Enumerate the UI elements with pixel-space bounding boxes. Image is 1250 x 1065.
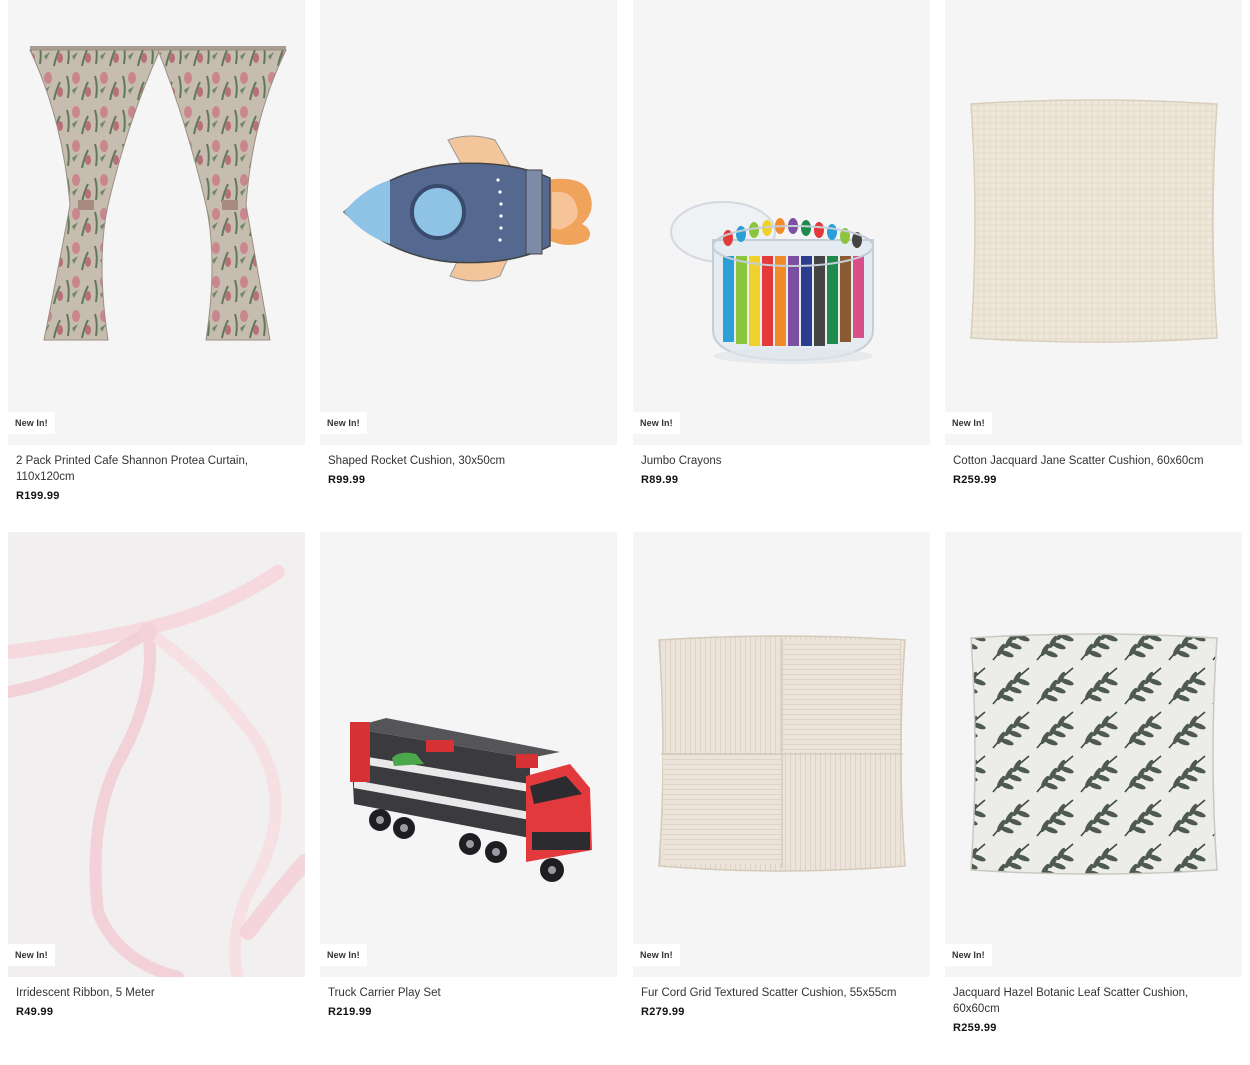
product-image[interactable]: New In! — [320, 532, 617, 977]
product-image[interactable]: New In! — [945, 0, 1242, 445]
product-price: R49.99 — [16, 1006, 54, 1018]
new-in-badge: New In! — [945, 944, 992, 966]
new-in-badge: New In! — [633, 412, 680, 434]
product-price: R259.99 — [953, 1022, 997, 1034]
product-title[interactable]: Irridescent Ribbon, 5 Meter — [16, 985, 286, 1001]
ribbon-image — [8, 565, 305, 977]
product-title[interactable]: Jacquard Hazel Botanic Leaf Scatter Cush… — [953, 985, 1223, 1017]
product-price: R99.99 — [328, 474, 366, 486]
product-title[interactable]: Jumbo Crayons — [641, 453, 911, 469]
leaf-cushion-image — [970, 633, 1218, 875]
product-image[interactable]: New In! — [8, 532, 305, 977]
product-title[interactable]: Shaped Rocket Cushion, 30x50cm — [328, 453, 598, 469]
truck-image — [350, 718, 592, 882]
curtain-image — [29, 46, 287, 341]
product-title[interactable]: Cotton Jacquard Jane Scatter Cushion, 60… — [953, 453, 1223, 469]
new-in-badge: New In! — [633, 944, 680, 966]
product-price: R279.99 — [641, 1006, 685, 1018]
product-price: R219.99 — [328, 1006, 372, 1018]
product-image[interactable]: New In! — [320, 0, 617, 445]
product-image[interactable]: New In! — [945, 532, 1242, 977]
product-image[interactable]: New In! — [8, 0, 305, 445]
crayons-image — [670, 201, 874, 364]
product-grid: New In! 2 Pack Printed Cafe Shannon Prot… — [0, 0, 1250, 1065]
product-image[interactable]: New In! — [633, 0, 930, 445]
product-title[interactable]: Fur Cord Grid Textured Scatter Cushion, … — [641, 985, 911, 1001]
new-in-badge: New In! — [8, 944, 55, 966]
product-title[interactable]: 2 Pack Printed Cafe Shannon Protea Curta… — [16, 453, 286, 485]
product-price: R89.99 — [641, 474, 679, 486]
new-in-badge: New In! — [320, 412, 367, 434]
cord-cushion-image — [658, 635, 906, 872]
product-price: R259.99 — [953, 474, 997, 486]
product-title[interactable]: Truck Carrier Play Set — [328, 985, 598, 1001]
product-image[interactable]: New In! — [633, 532, 930, 977]
rocket-cushion-image — [342, 135, 592, 282]
new-in-badge: New In! — [320, 944, 367, 966]
product-price: R199.99 — [16, 490, 60, 502]
new-in-badge: New In! — [8, 412, 55, 434]
new-in-badge: New In! — [945, 412, 992, 434]
cream-cushion-image — [970, 99, 1218, 343]
